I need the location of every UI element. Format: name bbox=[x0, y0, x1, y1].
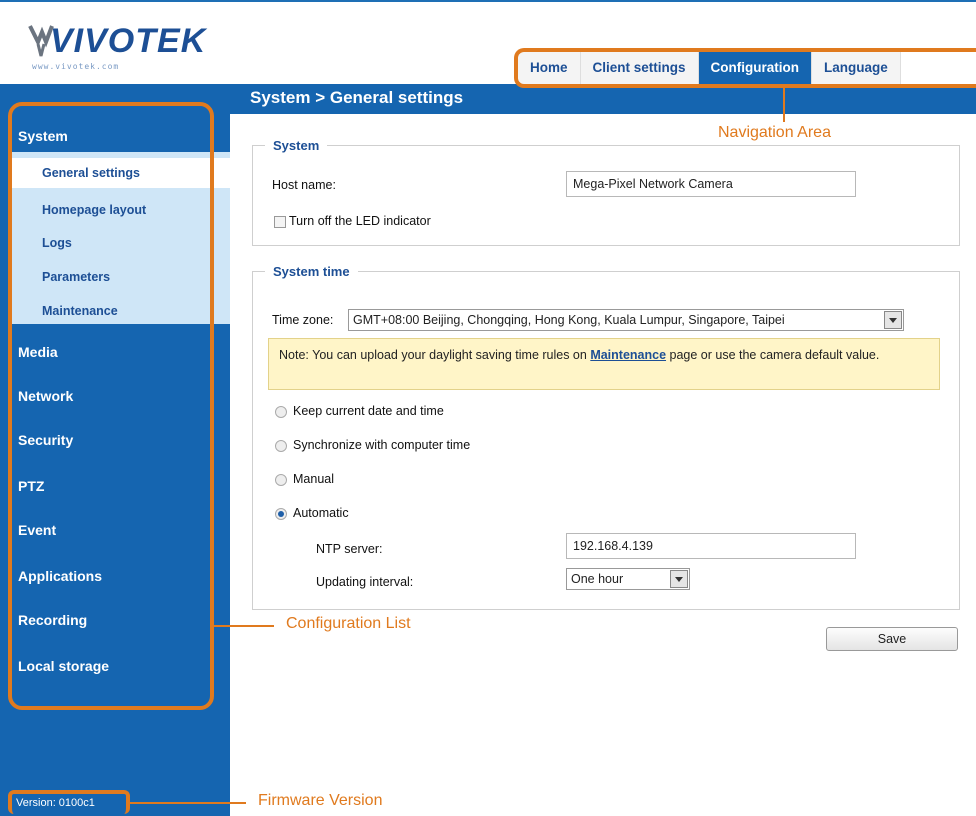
configuration-callout-line bbox=[214, 625, 274, 627]
vivotek-logo[interactable]: VIVOTEK www.vivotek.com bbox=[28, 20, 208, 80]
system-group-legend: System bbox=[273, 138, 320, 153]
time-zone-value: GMT+08:00 Beijing, Chongqing, Hong Kong,… bbox=[353, 313, 785, 327]
configuration-list-label: Configuration List bbox=[286, 615, 411, 632]
navigation-callout-line bbox=[783, 88, 785, 122]
option-manual-label: Manual bbox=[293, 472, 334, 486]
radio-sync-computer[interactable] bbox=[275, 440, 287, 452]
logo-text: VIVOTEK bbox=[50, 22, 207, 60]
chevron-down-icon bbox=[670, 570, 688, 588]
note-suffix: page or use the camera default value. bbox=[666, 348, 880, 362]
radio-automatic[interactable] bbox=[275, 508, 287, 520]
time-zone-select[interactable]: GMT+08:00 Beijing, Chongqing, Hong Kong,… bbox=[348, 309, 904, 331]
updating-interval-select[interactable]: One hour bbox=[566, 568, 690, 590]
led-label: Turn off the LED indicator bbox=[289, 214, 431, 228]
configuration-list-callout bbox=[8, 102, 214, 710]
host-name-input[interactable]: Mega-Pixel Network Camera bbox=[566, 171, 856, 197]
updating-interval-label: Updating interval: bbox=[316, 575, 414, 589]
firmware-version-label: Firmware Version bbox=[258, 792, 383, 809]
system-time-legend: System time bbox=[273, 264, 350, 279]
time-zone-label: Time zone: bbox=[272, 313, 334, 327]
note-prefix: Note: You can upload your daylight savin… bbox=[279, 348, 591, 362]
maintenance-link[interactable]: Maintenance bbox=[590, 348, 666, 362]
firmware-callout-line bbox=[130, 802, 246, 804]
logo-url: www.vivotek.com bbox=[32, 62, 120, 71]
firmware-version-callout bbox=[8, 790, 130, 814]
option-sync-computer-label: Synchronize with computer time bbox=[293, 438, 471, 452]
led-checkbox[interactable] bbox=[274, 216, 286, 228]
option-keep-current-label: Keep current date and time bbox=[293, 404, 444, 418]
save-button[interactable]: Save bbox=[826, 627, 958, 651]
top-border bbox=[0, 0, 976, 2]
host-name-label: Host name: bbox=[272, 178, 336, 192]
navigation-area-label: Navigation Area bbox=[718, 124, 831, 141]
updating-interval-value: One hour bbox=[571, 572, 624, 586]
radio-manual[interactable] bbox=[275, 474, 287, 486]
radio-keep-current[interactable] bbox=[275, 406, 287, 418]
dst-note: Note: You can upload your daylight savin… bbox=[268, 338, 940, 390]
ntp-server-label: NTP server: bbox=[316, 542, 383, 556]
breadcrumb: System > General settings bbox=[250, 88, 464, 107]
navigation-area-callout bbox=[514, 48, 976, 88]
ntp-server-input[interactable]: 192.168.4.139 bbox=[566, 533, 856, 559]
option-automatic-label: Automatic bbox=[293, 506, 349, 520]
chevron-down-icon bbox=[884, 311, 902, 329]
